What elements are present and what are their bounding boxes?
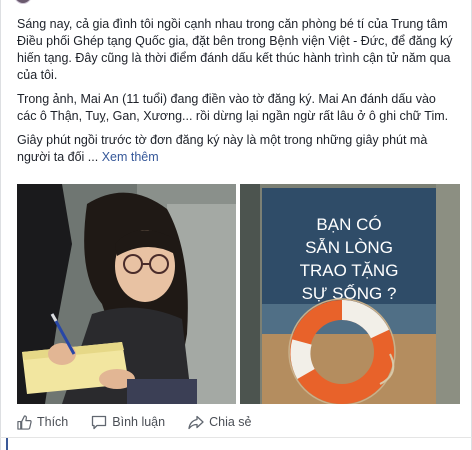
like-button[interactable]: Thích — [17, 414, 69, 430]
like-label: Thích — [37, 415, 69, 429]
post-body: Sáng nay, cả gia đình tôi ngồi cạnh nhau… — [17, 16, 457, 173]
post-paragraph-3: Giây phút ngồi trước tờ đơn đăng ký này … — [17, 132, 457, 166]
post-actions-bar: Thích Bình luận Chia sẻ — [17, 407, 457, 437]
actions-divider — [0, 437, 472, 438]
share-button[interactable]: Chia sẻ — [188, 415, 251, 430]
poster-line-3: TRAO TẶNG — [300, 261, 399, 280]
post-paragraph-2: Trong ảnh, Mai An (11 tuổi) đang điền và… — [17, 92, 449, 123]
accent-marker — [6, 438, 8, 450]
photo-grid: BẠN CÓ SẴN LÒNG TRAO TẶNG SỰ SỐNG ? — [17, 184, 460, 404]
share-arrow-icon — [188, 415, 204, 430]
poster-line-1: BẠN CÓ — [316, 215, 381, 234]
comment-label: Bình luận — [112, 415, 166, 429]
speech-bubble-icon — [91, 415, 107, 430]
post-paragraph-1: Sáng nay, cả gia đình tôi ngồi cạnh nhau… — [17, 17, 453, 82]
photo-girl-filling-form[interactable] — [17, 184, 236, 404]
photo-donation-poster[interactable]: BẠN CÓ SẴN LÒNG TRAO TẶNG SỰ SỐNG ? — [240, 184, 460, 404]
comment-button[interactable]: Bình luận — [91, 415, 165, 430]
thumbs-up-icon — [17, 414, 32, 430]
post-border-left — [0, 0, 1, 450]
post-paragraph-3-text: Giây phút ngồi trước tờ đơn đăng ký này … — [17, 133, 428, 164]
poster-line-2: SẴN LÒNG — [305, 238, 393, 257]
avatar[interactable] — [14, 0, 32, 4]
share-label: Chia sẻ — [209, 415, 252, 429]
see-more-link[interactable]: Xem thêm — [102, 150, 159, 164]
